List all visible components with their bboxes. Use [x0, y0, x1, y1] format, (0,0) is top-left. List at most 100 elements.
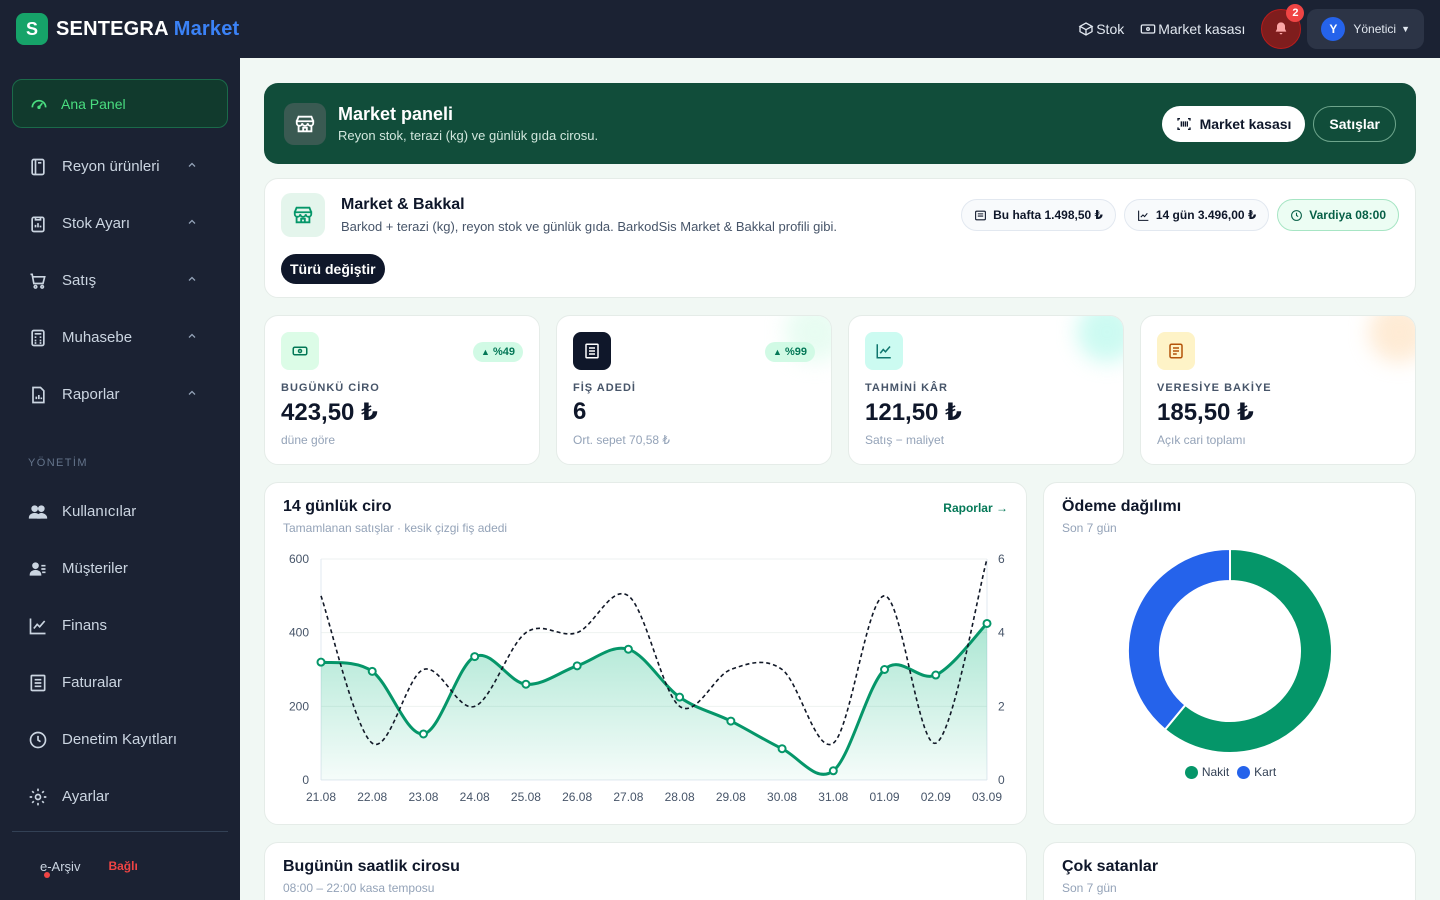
revenue-point — [777, 744, 787, 754]
chart-line-icon — [29, 618, 46, 634]
user-menu-button[interactable]: Y Yönetici ▼ — [1307, 9, 1424, 49]
chevron-up-icon[interactable] — [186, 215, 212, 232]
legend-item-nakit[interactable]: Nakit — [1184, 765, 1229, 779]
donut-slice-kart[interactable] — [1127, 547, 1231, 732]
sidebar-item-faturalar[interactable]: Faturalar — [12, 654, 228, 711]
y-tick-left: 200 — [289, 699, 309, 713]
sidebar-item-label: Ana Panel — [61, 95, 126, 112]
sidebar-item-muhasebe[interactable]: Muhasebe — [12, 309, 228, 366]
sidebar-item-label: Kullanıcılar — [62, 503, 137, 520]
y-tick-right: 2 — [998, 699, 1005, 713]
hourly-title: Bugünün saatlik cirosu — [283, 858, 460, 875]
sidebar: Ana Panel Reyon ürünleri Stok Ayarı Satış M… — [0, 58, 240, 900]
notifications-button[interactable]: 2 — [1261, 4, 1305, 49]
weekly-revenue-value: Bu hafta 1.498,50 ₺ — [993, 208, 1103, 222]
x-tick-label: 03.09 — [972, 790, 1002, 804]
change-type-button[interactable]: Türü değiştir — [281, 254, 385, 284]
sidebar-item-label: Müşteriler — [62, 560, 128, 577]
x-tick-label: 29.08 — [716, 790, 746, 804]
box-icon — [1078, 22, 1094, 36]
revenue-point — [418, 729, 428, 739]
book-icon — [31, 158, 45, 175]
top-sellers-subtitle: Son 7 gün — [1062, 881, 1117, 895]
chevron-up-icon[interactable] — [186, 329, 212, 346]
e-archive-status-value: Bağlı — [108, 859, 138, 873]
x-tick-label: 23.08 — [408, 790, 438, 804]
decorative-glow — [1077, 316, 1123, 362]
14day-revenue-chip: 14 gün 3.496,00 ₺ — [1123, 199, 1270, 231]
chevron-up-icon[interactable] — [186, 272, 212, 289]
report-icon — [32, 386, 45, 403]
main-content: Market paneli Reyon stok, terazi (kg) ve… — [240, 58, 1440, 900]
revenue-point — [521, 679, 531, 689]
revenue-line-chart: 0 200 400 600 0 2 4 6 21.08 22.08 23.08 24.08 25.08 2… — [289, 552, 1005, 804]
triangle-up-icon: ▲ — [773, 347, 782, 357]
market-register-button[interactable]: Market kasası — [1161, 105, 1306, 142]
sidebar-item-raporlar[interactable]: Raporlar — [12, 366, 228, 423]
revenue-point — [828, 766, 838, 776]
x-tick-label: 01.09 — [870, 790, 900, 804]
receipt-icon — [975, 210, 987, 220]
sidebar-item-reyon-ürünleri[interactable]: Reyon ürünleri — [12, 138, 228, 195]
sidebar-item-kullanıcılar[interactable]: Kullanıcılar — [12, 483, 228, 540]
sidebar-item-dashboard[interactable]: Ana Panel — [12, 79, 228, 128]
revenue-point — [726, 716, 736, 726]
x-tick-label: 28.08 — [665, 790, 695, 804]
receipt-icon — [573, 332, 611, 370]
stat-label: TAHMİNİ KÂR — [865, 382, 948, 394]
sidebar-item-finans[interactable]: Finans — [12, 597, 228, 654]
sidebar-item-ayarlar[interactable]: Ayarlar — [12, 768, 228, 825]
logo-icon[interactable]: S — [16, 13, 48, 45]
stat-label: BUGÜNKÜ CİRO — [281, 382, 380, 394]
stat-value: 6 — [573, 398, 587, 425]
avatar: Y — [1321, 17, 1346, 41]
clock-icon — [29, 731, 47, 748]
revenue-point — [931, 670, 941, 680]
sales-button[interactable]: Satışlar — [1313, 105, 1396, 142]
chart-legend: Nakit Kart — [1044, 765, 1417, 779]
y-tick-right: 4 — [998, 626, 1005, 640]
shift-chip: Vardiya 08:00 — [1277, 199, 1399, 231]
sidebar-item-stok-ayarı[interactable]: Stok Ayarı — [12, 195, 228, 252]
sidebar-item-label: Finans — [62, 617, 108, 634]
store-icon — [281, 193, 325, 237]
profile-subtitle: Barkod + terazi (kg), reyon stok ve günl… — [341, 219, 838, 234]
sidebar-item-müşteriler[interactable]: Müşteriler — [12, 540, 228, 597]
barcode-icon — [1176, 117, 1191, 130]
sidebar-item-label: Reyon ürünleri — [62, 158, 160, 175]
notification-badge: 2 — [1286, 4, 1305, 22]
chevron-up-icon[interactable] — [186, 386, 212, 403]
hero-banner: Market paneli Reyon stok, terazi (kg) ve… — [264, 83, 1416, 164]
x-tick-label: 26.08 — [562, 790, 592, 804]
page-subtitle: Reyon stok, terazi (kg) ve günlük gıda c… — [338, 128, 599, 143]
revenue-point — [675, 692, 685, 702]
top-sellers-title: Çok satanlar — [1062, 858, 1159, 875]
document-icon — [1157, 332, 1195, 370]
change-value: %99 — [784, 346, 807, 358]
e-archive-status[interactable]: e-Arşiv Bağlı — [12, 852, 228, 880]
chart-line-icon — [865, 332, 903, 370]
stat-card-profit: TAHMİNİ KÂR 121,50 ₺ Satış − maliyet — [848, 315, 1124, 465]
legend-item-kart[interactable]: Kart — [1237, 765, 1276, 779]
revenue-point — [982, 618, 992, 628]
cash-icon — [1140, 24, 1156, 34]
y-tick-left: 400 — [289, 626, 309, 640]
triangle-up-icon: ▲ — [481, 347, 490, 357]
chevron-up-icon[interactable] — [186, 158, 212, 175]
cash-icon — [281, 332, 319, 370]
sidebar-item-label: Denetim Kayıtları — [62, 731, 178, 748]
stat-value: 185,50 ₺ — [1157, 399, 1254, 426]
sidebar-item-label: Faturalar — [62, 674, 123, 691]
sidebar-item-denetim-kayıtları[interactable]: Denetim Kayıtları — [12, 711, 228, 768]
x-tick-label: 31.08 — [818, 790, 848, 804]
caret-down-icon: ▼ — [1401, 24, 1410, 34]
x-tick-label: 24.08 — [460, 790, 490, 804]
change-badge: ▲ %99 — [765, 342, 815, 362]
y-tick-right: 0 — [998, 773, 1005, 787]
register-link[interactable]: Market kasası — [1140, 21, 1245, 37]
stock-link[interactable]: Stok — [1078, 21, 1124, 37]
profile-title: Market & Bakkal — [341, 196, 465, 213]
sidebar-item-satış[interactable]: Satış — [12, 252, 228, 309]
brand-title[interactable]: SENTEGRA Market — [56, 18, 239, 41]
cart-icon — [30, 273, 46, 289]
